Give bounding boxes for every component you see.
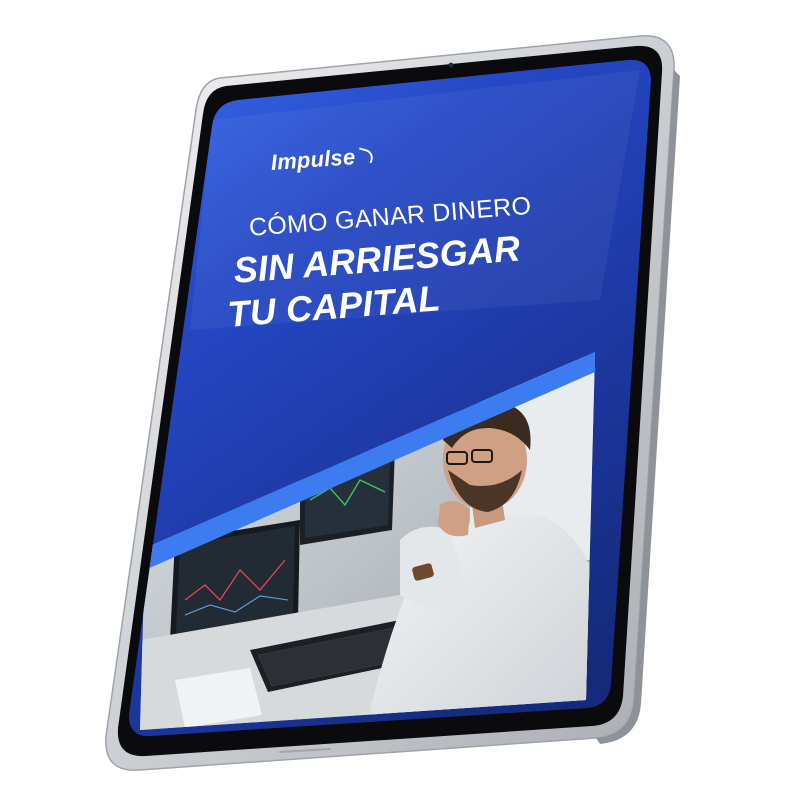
camera-dot [448, 62, 454, 68]
ebook-tablet-mockup: Impulse CÓMO GANAR DINERO SIN ARRIESGAR … [0, 0, 800, 800]
tablet-device [105, 35, 680, 771]
